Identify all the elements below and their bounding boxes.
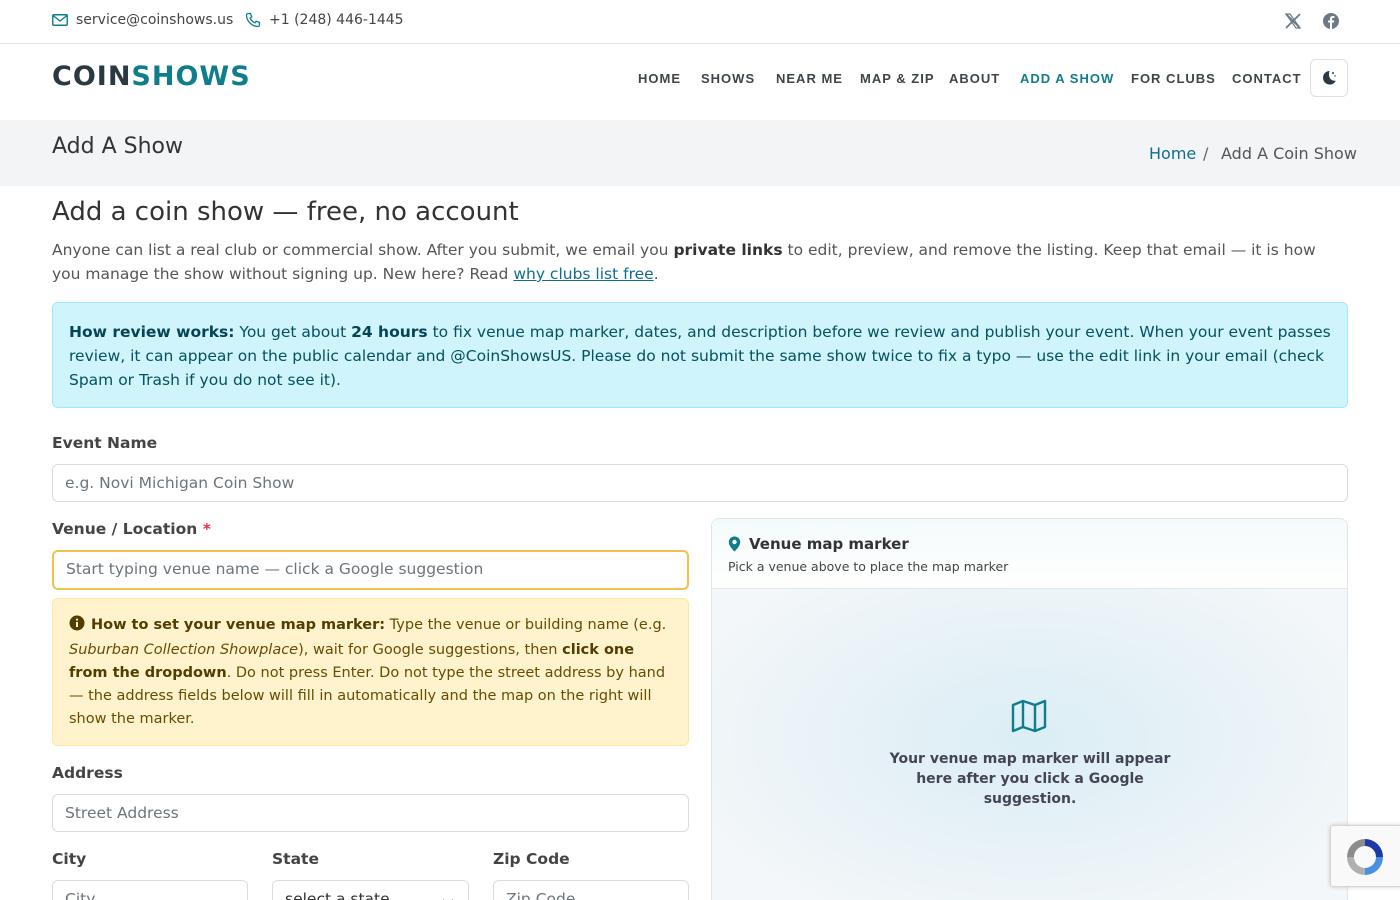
zip-label: Zip Code <box>493 850 570 868</box>
venue-input[interactable]: Start typing venue name — click a Google… <box>52 550 689 590</box>
nav-add-a-show[interactable]: ADD A SHOW <box>1020 71 1114 86</box>
chevron-down-icon <box>442 893 454 900</box>
state-label: State <box>272 850 319 868</box>
nav-shows[interactable]: SHOWS <box>701 71 755 86</box>
email-link[interactable]: service@coinshows.us <box>52 12 233 28</box>
nav-near-me[interactable]: NEAR ME <box>776 71 843 86</box>
venue-label: Venue / Location * <box>52 520 211 538</box>
event-name-input[interactable]: e.g. Novi Michigan Coin Show <box>52 464 1348 502</box>
breadcrumb-home[interactable]: Home <box>1149 144 1196 163</box>
topbar: service@coinshows.us +1 (248) 446-1445 <box>0 0 1400 44</box>
info-text-1: You get about <box>234 323 352 341</box>
x-twitter-icon[interactable] <box>1284 12 1302 34</box>
warn-example-venue: Suburban Collection Showplace <box>69 642 299 658</box>
address-input[interactable]: Street Address <box>52 794 689 832</box>
state-select-value: select a state <box>285 890 390 900</box>
map-marker-help-alert: How to set your venue map marker: Type t… <box>52 598 689 746</box>
page-title: Add A Show <box>52 134 183 159</box>
intro-text-1: Anyone can list a real club or commercia… <box>52 241 674 259</box>
envelope-icon <box>52 14 68 26</box>
info-circle-icon <box>69 615 85 639</box>
phone-text: +1 (248) 446-1445 <box>269 12 404 28</box>
map-placeholder[interactable]: Your venue map marker will appear here a… <box>712 589 1347 900</box>
page-title-bar: Add A Show Home / Add A Coin Show <box>0 120 1400 186</box>
venue-label-text: Venue / Location <box>52 520 198 538</box>
warn-text-2: ), wait for Google suggestions, then <box>298 642 563 658</box>
map-panel-subtitle: Pick a venue above to place the map mark… <box>728 559 1009 574</box>
map-panel-title: Venue map marker <box>728 535 1331 553</box>
breadcrumb-separator: / <box>1203 144 1209 163</box>
venue-map-panel: Venue map marker Pick a venue above to p… <box>711 518 1348 900</box>
email-text: service@coinshows.us <box>76 12 234 28</box>
warn-bold: How to set your venue map marker: <box>91 617 386 633</box>
map-empty-text: Your venue map marker will appear here a… <box>889 751 1171 807</box>
nav-for-clubs[interactable]: FOR CLUBS <box>1131 71 1216 86</box>
intro-bold: private links <box>673 241 783 259</box>
theme-toggle-button[interactable] <box>1310 59 1348 97</box>
state-select[interactable]: select a state <box>272 880 469 900</box>
city-label: City <box>52 850 87 868</box>
zip-input[interactable]: Zip Code <box>493 880 689 900</box>
map-pin-icon <box>728 536 741 552</box>
address-label: Address <box>52 764 123 782</box>
nav-about[interactable]: ABOUT <box>949 71 1000 86</box>
city-input[interactable]: City <box>52 880 248 900</box>
intro-end: . <box>653 265 659 283</box>
info-bold-hours: 24 hours <box>351 323 428 341</box>
map-icon <box>1009 696 1049 740</box>
intro-paragraph: Anyone can list a real club or commercia… <box>52 238 1348 286</box>
facebook-icon[interactable] <box>1322 12 1340 34</box>
phone-icon <box>245 12 261 28</box>
logo-part-shows: SHOWS <box>131 61 251 92</box>
map-panel-header: Venue map marker Pick a venue above to p… <box>712 519 1347 589</box>
nav-contact[interactable]: CONTACT <box>1232 71 1302 86</box>
logo-part-coin: COIN <box>52 61 132 92</box>
event-name-label: Event Name <box>52 434 158 452</box>
map-panel-title-text: Venue map marker <box>749 535 909 553</box>
main-heading: Add a coin show — free, no account <box>52 197 519 227</box>
site-header: COINSHOWS HOME SHOWS NEAR ME MAP & ZIP A… <box>0 44 1400 120</box>
moon-icon <box>1323 71 1336 85</box>
required-asterisk: * <box>202 520 211 538</box>
nav-map-zip[interactable]: MAP & ZIP <box>860 71 935 86</box>
phone-link[interactable]: +1 (248) 446-1445 <box>245 12 404 28</box>
recaptcha-icon <box>1347 839 1383 875</box>
why-clubs-list-free-link[interactable]: why clubs list free <box>513 265 653 283</box>
warn-text-1: Type the venue or building name (e.g. <box>385 617 667 633</box>
site-logo[interactable]: COINSHOWS <box>52 61 251 92</box>
recaptcha-badge[interactable] <box>1330 825 1400 887</box>
breadcrumb-current: Add A Coin Show <box>1221 144 1357 163</box>
review-info-alert: How review works: You get about 24 hours… <box>52 302 1348 408</box>
info-bold: How review works: <box>69 323 235 341</box>
nav-home[interactable]: HOME <box>638 71 681 86</box>
